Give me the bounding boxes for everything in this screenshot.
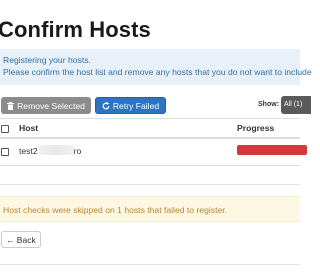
hosts-table-header: Host Progress	[0, 118, 300, 139]
host-progress-bar[interactable]	[237, 145, 307, 155]
remove-selected-label: Remove Selected	[17, 100, 85, 111]
back-label: Back	[16, 234, 36, 245]
footer-divider	[0, 264, 300, 265]
warning-alert: Host checks were skipped on 1 hosts that…	[0, 196, 300, 222]
retry-failed-button[interactable]: Retry Failed	[95, 97, 166, 114]
host-name-prefix: test2	[19, 146, 38, 156]
arrow-left-icon: ←	[6, 234, 15, 245]
refresh-icon	[102, 101, 110, 109]
show-filter-select[interactable]: All (1)	[281, 96, 311, 114]
select-all-checkbox[interactable]	[1, 125, 9, 133]
info-alert: Registering your hosts. Please confirm t…	[0, 49, 312, 85]
column-header-host: Host	[19, 123, 39, 133]
remove-selected-button[interactable]: Remove Selected	[1, 97, 91, 114]
warning-text: Host checks were skipped on 1 hosts that…	[3, 205, 228, 215]
host-name: test2 ro	[19, 145, 81, 156]
divider	[0, 184, 300, 185]
row-select-checkbox[interactable]	[1, 148, 9, 156]
info-line-instructions: Please confirm the host list and remove …	[3, 67, 312, 77]
host-name-redacted	[37, 145, 74, 155]
info-line-registering: Registering your hosts.	[3, 55, 91, 65]
show-filter-label: Show:	[258, 101, 279, 108]
page-title: Confirm Hosts	[0, 17, 151, 42]
trash-icon	[7, 101, 15, 110]
retry-failed-label: Retry Failed	[112, 100, 160, 111]
host-name-suffix: ro	[73, 146, 82, 156]
back-button[interactable]: ← Back	[1, 231, 41, 248]
column-header-progress: Progress	[237, 123, 275, 133]
